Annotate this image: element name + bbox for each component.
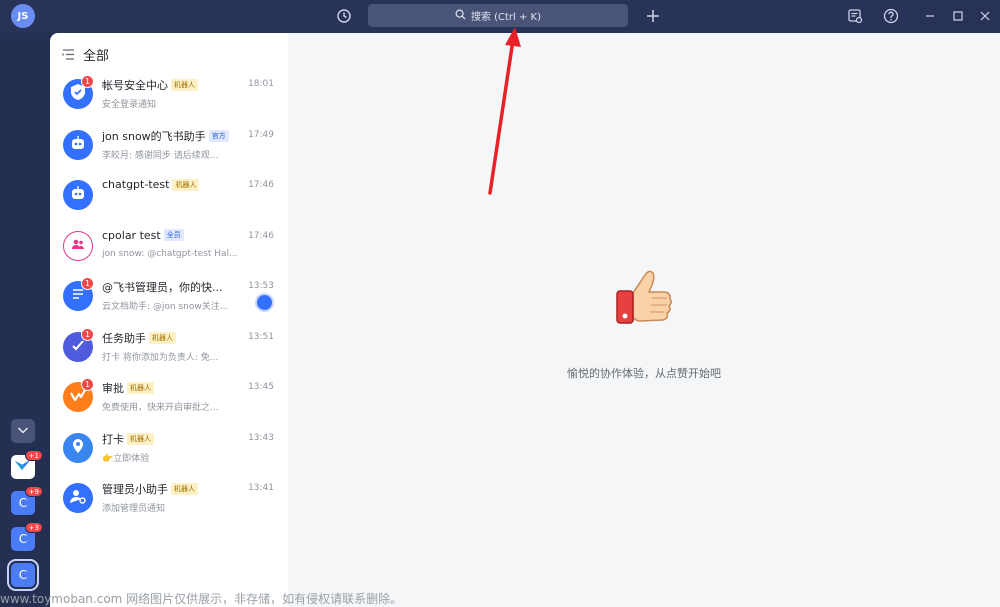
chat-name-row: 审批 机器人 bbox=[102, 380, 154, 396]
chat-preview: 免费使用，快来开启审批之... bbox=[102, 403, 219, 413]
maximize-icon[interactable] bbox=[948, 6, 968, 26]
chat-preview: 👉立即体验 bbox=[102, 453, 150, 464]
help-icon[interactable] bbox=[881, 6, 901, 26]
chat-avatar bbox=[63, 432, 93, 463]
chat-list-item[interactable]: 打卡 机器人 13:43 👉立即体验 bbox=[50, 429, 288, 479]
chat-time: 13:45 bbox=[248, 382, 274, 392]
notes-icon[interactable] bbox=[845, 6, 865, 26]
unread-badge: 1 bbox=[81, 378, 94, 391]
unread-badge: 1 bbox=[81, 75, 94, 88]
chat-tag: 全员 bbox=[163, 229, 184, 241]
unread-badge: +9 bbox=[24, 486, 43, 497]
group-icon bbox=[70, 236, 86, 256]
chat-avatar bbox=[63, 129, 93, 160]
rail-app-c2[interactable]: C +3 bbox=[11, 522, 43, 551]
chat-name-row: chatgpt-test 机器人 bbox=[102, 178, 200, 191]
chat-avatar bbox=[63, 180, 93, 210]
rail-app-label: C bbox=[18, 568, 28, 582]
chat-list-item[interactable]: cpolar test 全员 17:46 jon snow: @chatgpt-tes… bbox=[50, 227, 288, 277]
chat-list-item[interactable]: 管理员小助手 机器人 13:41 添加管理员通知 bbox=[50, 479, 288, 529]
chat-name: 帐号安全中心 bbox=[102, 79, 168, 92]
left-rail: +1 C +9 C +3 C bbox=[0, 33, 48, 607]
chat-preview: 安全登录通知 bbox=[102, 100, 157, 110]
chat-tag: 机器人 bbox=[149, 331, 176, 344]
empty-state-text: 愉悦的协作体验，从点赞开始吧 bbox=[567, 367, 721, 380]
unread-badge: 1 bbox=[81, 277, 94, 290]
rail-app-docs[interactable]: +1 bbox=[11, 450, 43, 479]
history-icon[interactable] bbox=[334, 6, 354, 26]
close-icon[interactable] bbox=[975, 6, 995, 26]
chat-tag: 机器人 bbox=[127, 382, 154, 394]
chat-preview: 打卡 将你添加为负责人: 免... bbox=[102, 352, 219, 363]
chat-name: 管理员小助手 bbox=[102, 483, 168, 496]
chat-preview: 添加管理员通知 bbox=[102, 504, 166, 514]
expand-rail-button[interactable] bbox=[11, 419, 35, 443]
chat-name: chatgpt-test bbox=[102, 178, 170, 191]
chat-filter-title: 全部 bbox=[83, 48, 110, 64]
chat-name: 任务助手 bbox=[102, 331, 146, 345]
watermark-text: www.toymoban.com 网络图片仅供展示，非存储，如有侵权请联系删除。 bbox=[0, 592, 403, 606]
unread-badge: 1 bbox=[81, 327, 94, 341]
chat-tag: 机器人 bbox=[171, 79, 198, 91]
chat-time: 17:46 bbox=[248, 230, 274, 241]
search-icon bbox=[455, 9, 466, 23]
chat-time: 13:41 bbox=[248, 483, 274, 493]
chat-list-item[interactable]: 1 帐号安全中心 机器人 18:01 安全登录通知 bbox=[50, 75, 288, 125]
doc-assistant-badge-icon bbox=[255, 293, 274, 312]
chat-name-row: 帐号安全中心 机器人 bbox=[102, 77, 198, 93]
chat-preview: jon snow: @chatgpt-test Hal... bbox=[102, 248, 238, 259]
chat-list-panel: 全部 1 帐号安全中心 机器人 18:01 安全登录通知 jon snow的飞书助手 官方 1… bbox=[50, 33, 288, 607]
chat-time: 13:51 bbox=[248, 331, 274, 342]
chat-tag: 机器人 bbox=[171, 483, 198, 495]
chat-tag: 机器人 bbox=[172, 178, 200, 191]
chat-list-item[interactable]: 1 审批 机器人 13:45 免费使用，快来开启审批之... bbox=[50, 378, 288, 428]
robot-icon bbox=[69, 184, 87, 206]
annotation-arrow bbox=[488, 27, 521, 195]
chat-name-row: cpolar test 全员 bbox=[102, 229, 184, 242]
chat-name: jon snow的飞书助手 bbox=[102, 129, 206, 143]
chat-name: 打卡 bbox=[102, 432, 124, 446]
plus-icon[interactable] bbox=[643, 6, 663, 26]
location-icon bbox=[70, 438, 86, 458]
chat-name-row: 任务助手 机器人 bbox=[102, 330, 176, 346]
chat-time: 17:49 bbox=[248, 129, 274, 140]
minimize-icon[interactable] bbox=[920, 6, 940, 26]
chat-list-item[interactable]: jon snow的飞书助手 官方 17:49 李皎月: 感谢同步 请后续观... bbox=[50, 126, 288, 176]
rail-app-label: C bbox=[18, 532, 28, 546]
chat-name: cpolar test bbox=[102, 228, 161, 242]
chat-name-row: @飞书管理员，你的快... bbox=[102, 279, 223, 295]
chat-avatar bbox=[63, 483, 93, 513]
chat-avatar bbox=[63, 230, 93, 261]
chat-time: 18:01 bbox=[248, 79, 274, 89]
admin-icon bbox=[69, 487, 87, 509]
chevron-down-icon bbox=[16, 423, 30, 440]
chat-list-item[interactable]: chatgpt-test 机器人 17:46 bbox=[50, 176, 288, 226]
chat-time: 17:46 bbox=[248, 180, 274, 190]
filter-list-icon[interactable] bbox=[62, 45, 75, 64]
chat-tag: 机器人 bbox=[127, 432, 154, 445]
chat-name-row: jon snow的飞书助手 官方 bbox=[102, 128, 229, 144]
chat-preview: 云文档助手: @jon snow关注... bbox=[102, 302, 229, 312]
chat-list-header[interactable]: 全部 bbox=[50, 33, 288, 75]
chat-name: 审批 bbox=[102, 382, 124, 395]
rail-app-c3-active[interactable]: C bbox=[7, 559, 39, 591]
chat-list-item[interactable]: 1 @飞书管理员，你的快... 13:53 云文档助手: @jon snow关注... bbox=[50, 277, 288, 327]
rail-app-label: C bbox=[18, 496, 28, 510]
chat-list-item[interactable]: 1 任务助手 机器人 13:51 打卡 将你添加为负责人: 免... bbox=[50, 327, 288, 378]
unread-badge: +3 bbox=[24, 522, 43, 533]
unread-badge: +1 bbox=[24, 450, 43, 461]
chat-name: @飞书管理员，你的快... bbox=[102, 281, 223, 294]
user-avatar[interactable]: JS bbox=[11, 4, 35, 28]
rail-app-c1[interactable]: C +9 bbox=[11, 486, 43, 515]
robot-icon bbox=[69, 134, 87, 156]
main-content: 愉悦的协作体验，从点赞开始吧 bbox=[288, 27, 1000, 607]
chat-time: 13:53 bbox=[248, 281, 274, 291]
chat-time: 13:43 bbox=[248, 432, 274, 443]
chat-tag: 官方 bbox=[208, 129, 229, 142]
chat-name-row: 管理员小助手 机器人 bbox=[102, 481, 198, 497]
chat-preview: 李皎月: 感谢同步 请后续观... bbox=[102, 150, 219, 161]
chat-name-row: 打卡 机器人 bbox=[102, 431, 154, 447]
thumbs-up-icon bbox=[611, 265, 675, 333]
